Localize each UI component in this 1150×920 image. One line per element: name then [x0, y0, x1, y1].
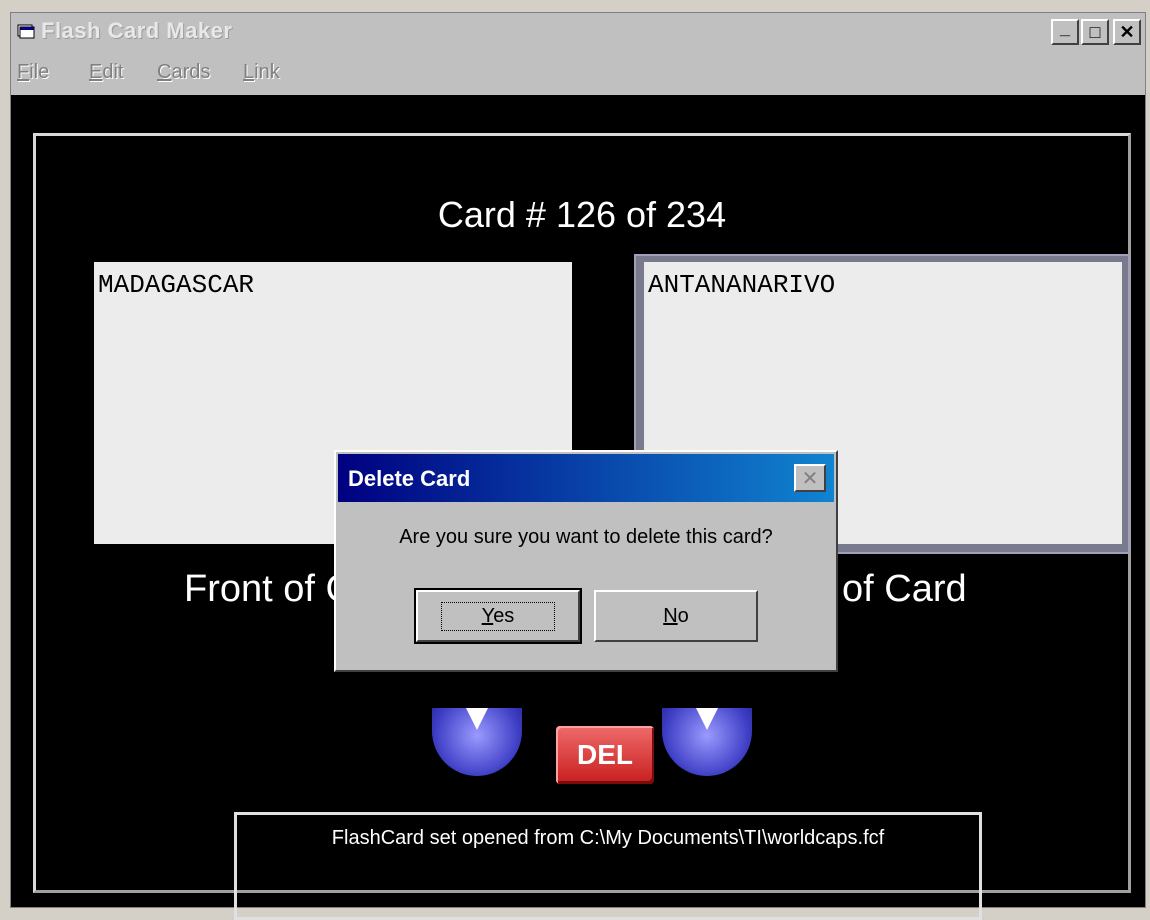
maximize-icon: □ [1089, 21, 1101, 42]
window-title: Flash Card Maker [41, 18, 233, 43]
menu-link-label: ink [254, 61, 280, 83]
dialog-title-bar[interactable]: Delete Card ✕ [338, 454, 834, 502]
dialog-title: Delete Card [348, 466, 471, 491]
close-icon: ✕ [1119, 21, 1135, 42]
menu-cards-mnemonic: C [157, 61, 172, 83]
dialog-close-button[interactable]: ✕ [794, 464, 826, 492]
close-icon: ✕ [801, 467, 819, 490]
arrow-down-icon [466, 708, 488, 730]
arrow-down-icon [696, 708, 718, 730]
no-mnemonic: N [663, 604, 678, 627]
menu-edit-mnemonic: E [89, 61, 103, 83]
yes-rest: es [493, 604, 515, 627]
front-label: Front of C [184, 568, 353, 610]
next-card-button[interactable] [662, 708, 752, 776]
previous-card-button[interactable] [432, 708, 522, 776]
no-rest: o [677, 604, 689, 627]
status-message: FlashCard set opened from C:\My Document… [331, 827, 885, 849]
maximize-button[interactable]: □ [1081, 19, 1109, 45]
card-counter: Card # 126 of 234 [437, 194, 727, 235]
menu-edit-label: dit [102, 61, 124, 83]
menu-file[interactable]: File [17, 61, 49, 84]
close-button[interactable]: ✕ [1113, 19, 1141, 45]
menu-file-mnemonic: F [17, 61, 30, 83]
minimize-icon: _ [1059, 17, 1070, 38]
yes-button[interactable]: Yes [414, 588, 582, 644]
yes-mnemonic: Y [481, 604, 494, 627]
delete-card-dialog: Delete Card ✕ Are you sure you want to d… [334, 450, 838, 672]
yes-button-label: Yes [440, 601, 556, 631]
status-box: FlashCard set opened from C:\My Document… [234, 812, 982, 920]
menu-bar: File Edit Cards Link [11, 51, 1145, 91]
app-icon [17, 24, 35, 39]
menu-link-mnemonic: L [243, 61, 255, 83]
title-bar[interactable]: Flash Card Maker _ □ ✕ [11, 13, 1145, 49]
minimize-button[interactable]: _ [1051, 17, 1079, 45]
menu-link[interactable]: Link [243, 61, 280, 84]
menu-file-label: ile [29, 61, 50, 83]
back-label: of Card [842, 568, 967, 610]
menu-cards[interactable]: Cards [157, 61, 210, 84]
menu-cards-label: ards [171, 61, 211, 83]
menu-edit[interactable]: Edit [89, 61, 123, 84]
dialog-message: Are you sure you want to delete this car… [399, 526, 773, 548]
no-button-label: No [663, 605, 689, 628]
delete-card-button[interactable]: DEL [556, 726, 654, 784]
no-button[interactable]: No [594, 590, 758, 642]
